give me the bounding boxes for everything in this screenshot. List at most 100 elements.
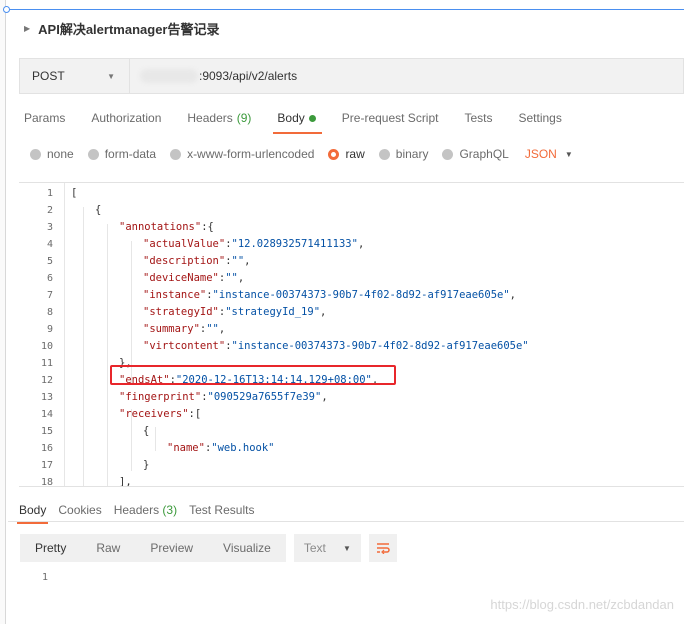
- view-mode-segment: Pretty Raw Preview Visualize: [20, 534, 286, 562]
- code-punct: {: [95, 204, 102, 216]
- method-select[interactable]: POST ▼: [19, 58, 129, 94]
- json-key: "name": [167, 442, 205, 454]
- chevron-down-icon: ▼: [107, 71, 115, 81]
- code-line: "instance":"instance-00374373-90b7-4f02-…: [143, 287, 516, 304]
- tab-pre-request-script[interactable]: Pre-request Script: [342, 111, 439, 125]
- url-text: :9093/api/v2/alerts: [199, 69, 298, 83]
- code-punct: ,: [321, 391, 328, 403]
- radio-x-www-form-urlencoded[interactable]: x-www-form-urlencoded: [170, 147, 314, 161]
- resp-tab-headers[interactable]: Headers (3): [114, 503, 177, 517]
- radio-graphql[interactable]: GraphQL: [442, 147, 509, 161]
- json-value: "": [206, 323, 219, 335]
- response-line-number: 1: [42, 572, 49, 583]
- line-number: 15: [40, 426, 53, 437]
- radio-binary[interactable]: binary: [378, 147, 428, 161]
- response-format-select[interactable]: Text ▼: [293, 534, 361, 562]
- radio-circle-icon: [170, 148, 182, 160]
- tab-params[interactable]: Params: [24, 111, 65, 125]
- redacted-host: [140, 69, 198, 83]
- view-visualize[interactable]: Visualize: [208, 534, 286, 562]
- radio-raw[interactable]: raw: [328, 147, 365, 161]
- line-number: 6: [46, 273, 53, 284]
- tab-headers[interactable]: Headers (9): [187, 111, 251, 125]
- line-number: 3: [46, 222, 53, 233]
- body-indicator-dot: [308, 114, 316, 122]
- radio-circle-icon: [378, 148, 390, 160]
- json-value: "": [231, 255, 245, 267]
- code-line: {: [143, 423, 149, 440]
- code-punct: {: [143, 425, 150, 437]
- chevron-down-icon: ▼: [342, 543, 351, 553]
- line-number: 4: [46, 239, 53, 250]
- selection-top-line: [7, 9, 684, 10]
- code-line: ],: [119, 474, 132, 487]
- line-number: 7: [46, 290, 53, 301]
- tab-settings[interactable]: Settings: [519, 111, 562, 125]
- tab-authorization[interactable]: Authorization: [91, 111, 161, 125]
- resp-tab-body[interactable]: Body: [16, 503, 49, 524]
- json-value: "strategyId_19": [225, 306, 321, 318]
- code-punct: :{: [201, 221, 214, 233]
- left-frame-border: [0, 0, 6, 624]
- view-preview[interactable]: Preview: [135, 534, 208, 562]
- line-number: 2: [46, 205, 53, 216]
- format-select[interactable]: JSON ▼: [525, 147, 573, 161]
- code-line: "fingerprint":"090529a7655f7e39",: [119, 389, 328, 406]
- code-punct: ,: [509, 289, 516, 301]
- indent-guide: [83, 207, 84, 486]
- wrap-lines-icon: [376, 543, 390, 554]
- json-key: "summary": [143, 323, 200, 335]
- code-line: "name":"web.hook": [167, 440, 274, 457]
- code-line: "strategyId":"strategyId_19",: [143, 304, 326, 321]
- response-format-label: Text: [303, 541, 326, 555]
- resp-tab-test-results[interactable]: Test Results: [189, 503, 254, 517]
- code-line: [: [71, 185, 77, 202]
- json-value: "instance-00374373-90b7-4f02-8d92-af917e…: [212, 289, 510, 301]
- resp-tab-cookies[interactable]: Cookies: [58, 503, 101, 517]
- view-pretty[interactable]: Pretty: [20, 534, 81, 562]
- wrap-lines-button[interactable]: [368, 534, 397, 562]
- json-key: "strategyId": [143, 306, 219, 318]
- request-tabs: Params Authorization Headers (9) Body Pre…: [24, 108, 588, 134]
- radio-none[interactable]: none: [30, 147, 74, 161]
- json-value: "12.028932571411133": [231, 238, 358, 250]
- url-input[interactable]: :9093/api/v2/alerts: [129, 58, 684, 94]
- highlight-box-endsat: [110, 365, 396, 385]
- json-key: "annotations": [119, 221, 202, 233]
- selection-handle: [3, 6, 10, 13]
- line-number: 9: [46, 324, 53, 335]
- code-punct: ,: [357, 238, 365, 250]
- json-value: "web.hook": [211, 442, 275, 454]
- line-number: 17: [40, 460, 53, 471]
- response-divider: [8, 521, 684, 522]
- indent-guide: [107, 224, 108, 486]
- indent-guide: [155, 427, 156, 451]
- code-punct: ],: [119, 476, 132, 487]
- json-value: "instance-00374373-90b7-4f02-8d92-af917e…: [231, 340, 529, 352]
- tab-body[interactable]: Body: [273, 111, 323, 134]
- radio-selected-icon: [328, 148, 340, 160]
- response-view-bar: Pretty Raw Preview Visualize Text ▼: [20, 534, 397, 562]
- json-key: "receivers": [119, 408, 189, 420]
- expand-arrow-icon[interactable]: ▶: [24, 24, 30, 33]
- request-title-text: API解决alertmanager告警记录: [38, 21, 220, 37]
- resp-headers-count: (3): [162, 503, 178, 517]
- code-line: "deviceName":"",: [143, 270, 244, 287]
- code-line: "description":"",: [143, 253, 251, 270]
- radio-circle-icon: [87, 148, 99, 160]
- request-title[interactable]: ▶ API解决alertmanager告警记录: [24, 18, 219, 38]
- code-line: "actualValue":"12.028932571411133",: [143, 236, 364, 253]
- view-raw[interactable]: Raw: [81, 534, 135, 562]
- code-punct: }: [143, 459, 150, 471]
- radio-form-data[interactable]: form-data: [87, 147, 156, 161]
- radio-circle-icon: [442, 148, 454, 160]
- tab-tests[interactable]: Tests: [464, 111, 492, 125]
- code-line: "receivers":[: [119, 406, 201, 423]
- json-value: "090529a7655f7e39": [207, 391, 322, 403]
- code-punct: ,: [320, 306, 327, 318]
- url-bar: POST ▼ :9093/api/v2/alerts: [19, 58, 684, 94]
- code-punct: :[: [188, 408, 202, 420]
- json-key: "virtcontent": [143, 340, 226, 352]
- format-label: JSON: [524, 147, 557, 161]
- body-editor[interactable]: 1 [2 {3 "annotations":{4 "actualValue":"12.0…: [19, 182, 684, 487]
